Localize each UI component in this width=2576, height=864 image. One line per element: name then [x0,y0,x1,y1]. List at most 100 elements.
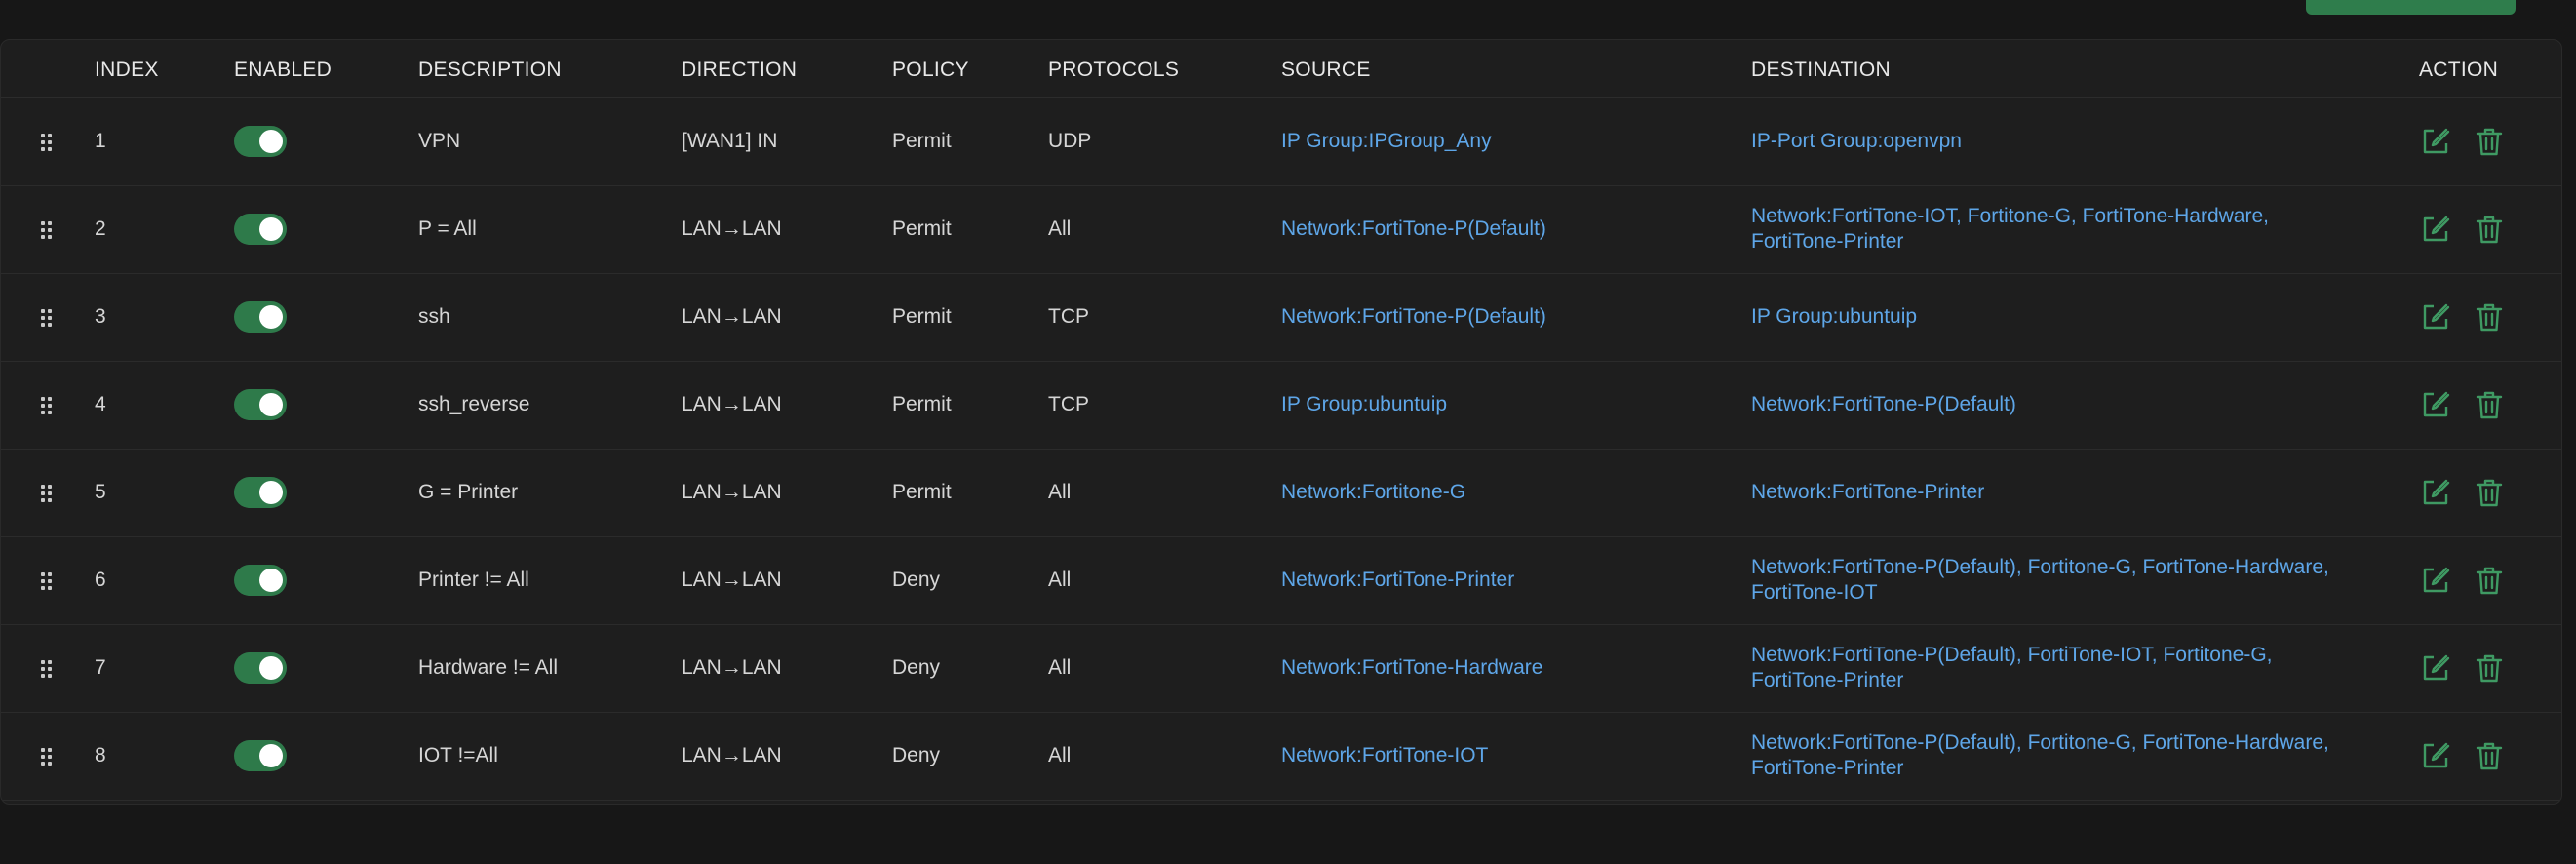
delete-icon[interactable] [2474,214,2505,245]
cell-direction: LAN→LAN [682,656,782,679]
cell-destination-link[interactable]: Network:FortiTone-P(Default), Fortitone-… [1751,712,2336,800]
cell-destination-link[interactable]: Network:FortiTone-Printer [1751,449,2336,536]
enabled-toggle[interactable] [234,301,287,333]
add-rule-button[interactable] [2306,0,2516,15]
cell-direction: LAN→LAN [682,393,782,415]
cell-protocols: TCP [1048,393,1089,415]
column-header-source: SOURCE [1281,59,1371,81]
destination-text: Network:FortiTone-P(Default), FortiTone-… [1751,644,2273,691]
cell-description: VPN [418,130,461,152]
cell-source-link[interactable]: IP Group:ubuntuip [1281,361,1447,449]
cell-destination-link[interactable]: Network:FortiTone-P(Default), Fortitone-… [1751,536,2336,624]
cell-index: 5 [95,481,106,503]
edit-icon[interactable] [2420,126,2451,157]
drag-handle-icon[interactable] [39,572,55,590]
drag-handle-icon[interactable] [39,309,55,327]
cell-source-link[interactable]: Network:FortiTone-IOT [1281,712,1488,800]
cell-destination-link[interactable]: IP Group:ubuntuip [1751,273,2336,361]
edit-icon[interactable] [2420,214,2451,245]
cell-policy: Permit [892,305,952,328]
column-header-enabled: ENABLED [234,59,332,81]
table-row: 2 P = All LAN→LAN Permit All Network:FortiTon… [1,185,2561,274]
enabled-toggle[interactable] [234,389,287,420]
cell-policy: Deny [892,744,941,766]
edit-icon[interactable] [2420,389,2451,420]
cell-policy: Permit [892,481,952,503]
cell-source-link[interactable]: IP Group:IPGroup_Any [1281,98,1492,185]
toggle-knob [259,656,283,680]
cell-destination-link[interactable]: Network:FortiTone-P(Default), FortiTone-… [1751,624,2336,712]
table-row: 5 G = Printer LAN→LAN Permit All Network:Fort… [1,449,2561,537]
cell-protocols: All [1048,744,1072,766]
toggle-knob [259,393,283,416]
cell-index: 1 [95,130,106,152]
edit-icon[interactable] [2420,740,2451,771]
cell-policy: Permit [892,130,952,152]
delete-icon[interactable] [2474,301,2505,333]
cell-index: 6 [95,569,106,591]
edit-icon[interactable] [2420,652,2451,684]
toggle-knob [259,744,283,767]
cell-description: G = Printer [418,481,519,503]
table-row: 7 Hardware != All LAN→LAN Deny All Network:Fo… [1,624,2561,713]
enabled-toggle[interactable] [234,126,287,157]
cell-protocols: All [1048,481,1072,503]
cell-description: Hardware != All [418,656,558,679]
cell-direction: LAN→LAN [682,744,782,766]
cell-source-link[interactable]: Network:FortiTone-Hardware [1281,624,1542,712]
cell-source-link[interactable]: Network:FortiTone-P(Default) [1281,273,1546,361]
cell-description: IOT !=All [418,744,498,766]
delete-icon[interactable] [2474,565,2505,596]
toggle-knob [259,305,283,329]
cell-description: P = All [418,217,477,240]
cell-direction: LAN→LAN [682,481,782,503]
cell-index: 8 [95,744,106,766]
cell-policy: Permit [892,393,952,415]
drag-handle-icon[interactable] [39,660,55,678]
table-row: 6 Printer != All LAN→LAN Deny All Network:For… [1,536,2561,625]
enabled-toggle[interactable] [234,477,287,508]
cell-protocols: All [1048,656,1072,679]
cell-source-link[interactable]: Network:FortiTone-Printer [1281,536,1514,624]
edit-icon[interactable] [2420,301,2451,333]
cell-description: ssh_reverse [418,393,530,415]
delete-icon[interactable] [2474,126,2505,157]
delete-icon[interactable] [2474,477,2505,508]
toggle-knob [259,217,283,241]
edit-icon[interactable] [2420,477,2451,508]
cell-source-link[interactable]: Network:Fortitone-G [1281,449,1465,536]
cell-protocols: UDP [1048,130,1092,152]
cell-direction: LAN→LAN [682,217,782,240]
table-row: 8 IOT !=All LAN→LAN Deny All Network:FortiTon… [1,712,2561,801]
destination-text: Network:FortiTone-P(Default), Fortitone-… [1751,556,2329,604]
column-header-direction: DIRECTION [682,59,798,81]
cell-direction: [WAN1] IN [682,130,778,152]
toggle-knob [259,569,283,592]
cell-policy: Permit [892,217,952,240]
delete-icon[interactable] [2474,740,2505,771]
cell-index: 3 [95,305,106,328]
drag-handle-icon[interactable] [39,485,55,502]
cell-protocols: All [1048,217,1072,240]
cell-destination-link[interactable]: Network:FortiTone-IOT, Fortitone-G, Fort… [1751,185,2336,273]
enabled-toggle[interactable] [234,214,287,245]
enabled-toggle[interactable] [234,652,287,684]
cell-direction: LAN→LAN [682,305,782,328]
cell-destination-link[interactable]: IP-Port Group:openvpn [1751,98,2336,185]
rules-table: INDEX ENABLED DESCRIPTION DIRECTION POLI… [0,39,2562,805]
enabled-toggle[interactable] [234,740,287,771]
enabled-toggle[interactable] [234,565,287,596]
cell-source-link[interactable]: Network:FortiTone-P(Default) [1281,185,1546,273]
cell-index: 2 [95,217,106,240]
delete-icon[interactable] [2474,652,2505,684]
drag-handle-icon[interactable] [39,221,55,239]
cell-destination-link[interactable]: Network:FortiTone-P(Default) [1751,361,2336,449]
drag-handle-icon[interactable] [39,134,55,151]
edit-icon[interactable] [2420,565,2451,596]
destination-text: Network:FortiTone-Printer [1751,481,1985,503]
cell-index: 7 [95,656,106,679]
drag-handle-icon[interactable] [39,397,55,414]
destination-text: Network:FortiTone-P(Default) [1751,393,2016,415]
delete-icon[interactable] [2474,389,2505,420]
drag-handle-icon[interactable] [39,748,55,766]
